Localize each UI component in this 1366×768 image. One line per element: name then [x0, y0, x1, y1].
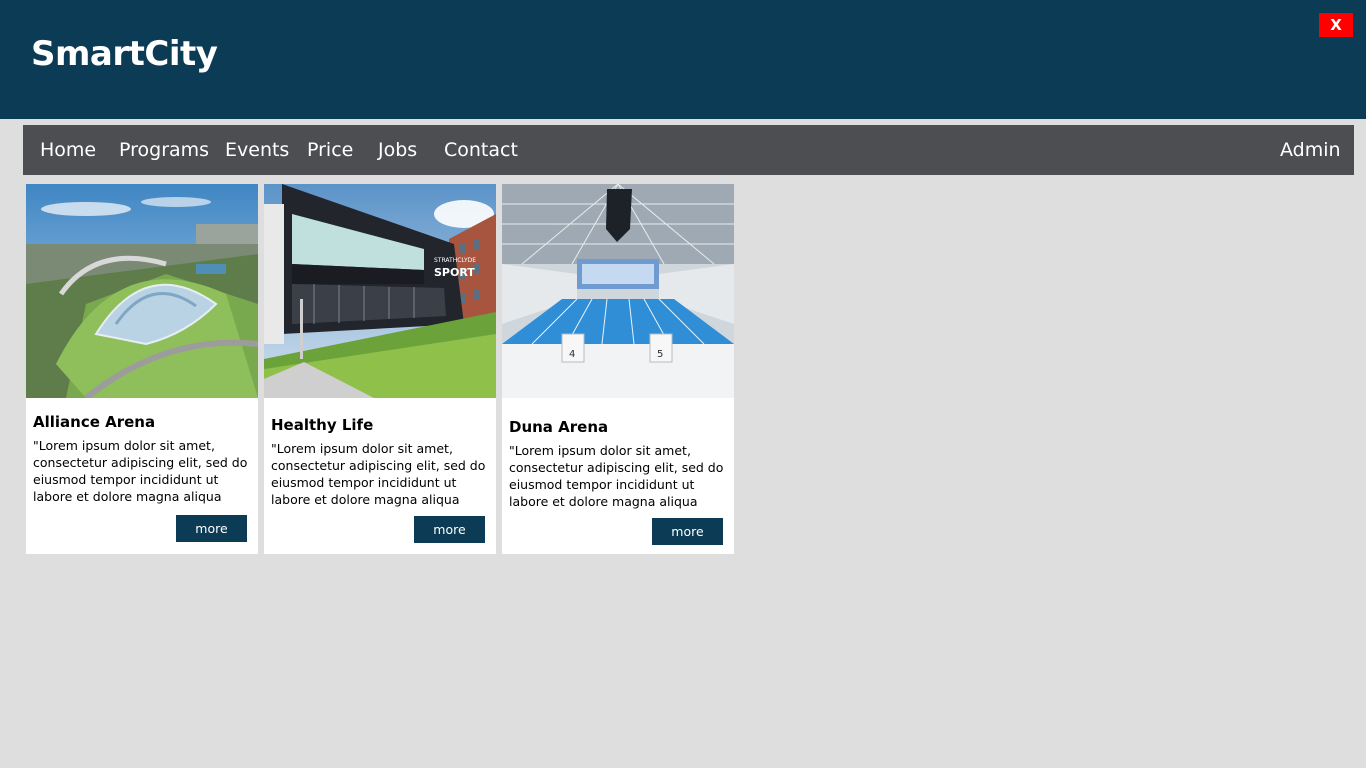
- more-button[interactable]: more: [176, 515, 247, 542]
- more-button[interactable]: more: [414, 516, 485, 543]
- main-nav: Home Programs Events Price Jobs Contact …: [23, 125, 1354, 175]
- card-description: "Lorem ipsum dolor sit amet, consectetur…: [509, 443, 724, 509]
- nav-item-jobs[interactable]: Jobs: [378, 125, 417, 175]
- nav-item-price[interactable]: Price: [307, 125, 353, 175]
- nav-item-admin[interactable]: Admin: [1280, 125, 1341, 175]
- app-header: SmartCity X: [0, 0, 1366, 119]
- swimming-pool-photo: 4 5: [502, 184, 734, 398]
- app-title: SmartCity: [31, 34, 218, 74]
- card-alliance-arena: Alliance Arena "Lorem ipsum dolor sit am…: [26, 184, 258, 554]
- card-description: "Lorem ipsum dolor sit amet, consectetur…: [33, 438, 248, 504]
- more-button[interactable]: more: [652, 518, 723, 545]
- card-healthy-life: STRATHCLYDE SPORT Healthy Life "Lorem ip…: [264, 184, 496, 554]
- card-duna-arena: 4 5 Duna Arena "Lorem ipsum dolor sit am…: [502, 184, 734, 554]
- card-description: "Lorem ipsum dolor sit amet, consectetur…: [271, 441, 486, 507]
- nav-item-events[interactable]: Events: [225, 125, 289, 175]
- close-button[interactable]: X: [1319, 13, 1353, 37]
- building-sign-top: STRATHCLYDE: [434, 257, 476, 264]
- nav-item-contact[interactable]: Contact: [444, 125, 518, 175]
- stadium-aerial-photo: [26, 184, 258, 398]
- nav-item-home[interactable]: Home: [40, 125, 96, 175]
- card-title: Healthy Life: [271, 416, 374, 434]
- block-number-4: 4: [569, 349, 575, 360]
- nav-item-programs[interactable]: Programs: [119, 125, 209, 175]
- card-title: Alliance Arena: [33, 413, 156, 431]
- block-number-5: 5: [657, 349, 663, 360]
- sport-building-photo: STRATHCLYDE SPORT: [264, 184, 496, 398]
- card-title: Duna Arena: [509, 418, 609, 436]
- building-sign: SPORT: [434, 266, 475, 279]
